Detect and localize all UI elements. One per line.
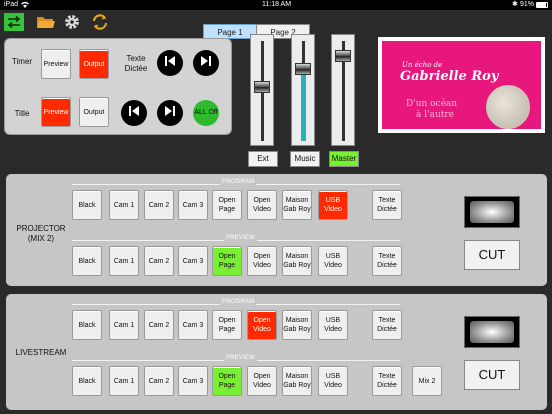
preview-source-button[interactable]: Cam 3 — [178, 246, 208, 276]
program-source-button[interactable]: Cam 1 — [109, 310, 139, 340]
program-source-button[interactable]: USB Video — [318, 310, 348, 340]
fader-knob[interactable] — [295, 63, 311, 75]
top-toolbar: Page 1 Page 2 — [0, 10, 552, 39]
livestream-section: LIVESTREAM PROGRAM PREVIEW Black Cam 1 Cam… — [6, 294, 547, 410]
preview-source-button[interactable]: Open Page — [212, 366, 242, 396]
program-source-button[interactable]: Black — [72, 310, 102, 340]
all-off-button[interactable]: ALL Off — [193, 100, 219, 126]
slide-line-3: D'un océan — [406, 99, 458, 109]
fader-knob[interactable] — [335, 49, 351, 62]
preview-source-button[interactable]: USB Video — [318, 366, 348, 396]
title-label: Title — [14, 109, 30, 118]
program-source-button[interactable]: Cam 3 — [178, 190, 208, 220]
program-source-button[interactable]: Cam 1 — [109, 190, 139, 220]
program-source-button[interactable]: Maison Gab Roy — [282, 310, 312, 340]
preview-source-button[interactable]: Cam 2 — [144, 366, 174, 396]
preview-source-button[interactable]: Open Video — [247, 246, 277, 276]
preview-image: Un écho de Gabrielle Roy D'un océan à l'… — [378, 37, 545, 133]
livestream-cut-button[interactable]: CUT — [464, 360, 520, 390]
preview-source-button[interactable]: Mix 2 — [412, 366, 442, 396]
fader-ext-label[interactable]: Ext — [248, 151, 278, 167]
slide-line-4: à l'autre — [416, 110, 454, 120]
program-source-button[interactable]: Texte Dictée — [372, 190, 402, 220]
program-source-button[interactable]: Open Page — [212, 190, 242, 220]
program-source-button[interactable]: Open Video — [247, 190, 277, 220]
projector-section: PROJECTOR (MIX 2) PROGRAM PREVIEW Black C… — [6, 174, 547, 286]
preview-source-button[interactable]: Cam 1 — [109, 366, 139, 396]
slide-subtitle: Un écho de — [402, 61, 443, 69]
program-source-button[interactable]: Cam 2 — [144, 310, 174, 340]
program-source-button[interactable]: Cam 3 — [178, 310, 208, 340]
preview-source-button[interactable]: Maison Gab Roy — [282, 246, 312, 276]
program-source-button[interactable]: Texte Dictée — [372, 310, 402, 340]
projector-monitor — [464, 196, 520, 228]
program-label: PROGRAM — [220, 179, 257, 185]
fader-knob[interactable] — [254, 80, 270, 93]
preview-slide: Un écho de Gabrielle Roy D'un océan à l'… — [382, 41, 541, 129]
preview-source-button[interactable]: Open Video — [247, 366, 277, 396]
clock-time: 11:18 AM — [262, 1, 292, 8]
projector-label: PROJECTOR (MIX 2) — [16, 224, 66, 243]
skip-forward-icon — [164, 104, 176, 122]
preview-source-button[interactable]: Maison Gab Roy — [282, 366, 312, 396]
bluetooth-icon: ✱ — [512, 1, 518, 8]
livestream-label: LIVESTREAM — [15, 348, 67, 357]
title-output-button[interactable]: Output — [79, 97, 109, 127]
program-source-button[interactable]: USB Video — [318, 190, 348, 220]
program-source-button[interactable]: Maison Gab Roy — [282, 190, 312, 220]
preview-source-button[interactable]: Cam 3 — [178, 366, 208, 396]
livestream-monitor — [464, 316, 520, 348]
preview-source-button[interactable]: Texte Dictée — [372, 366, 402, 396]
control-panel: Timer Preview Output Texte Dictée Title … — [4, 38, 232, 135]
fader-master[interactable] — [331, 34, 355, 146]
title-preview-button[interactable]: Preview — [41, 97, 71, 127]
program-source-button[interactable]: Open Page — [212, 310, 242, 340]
preview-source-button[interactable]: Texte Dictée — [372, 246, 402, 276]
preview-source-button[interactable]: Black — [72, 366, 102, 396]
status-bar: iPad 11:18 AM ✱ 91% — [0, 0, 552, 10]
timer-preview-button[interactable]: Preview — [41, 49, 71, 79]
timer-output-button[interactable]: Output — [79, 49, 109, 79]
dictee-label: Texte Dictée — [124, 54, 148, 73]
preview-source-button[interactable]: Open Page — [212, 246, 242, 276]
slide-title: Gabrielle Roy — [400, 69, 499, 84]
battery-icon — [536, 2, 548, 8]
fader-master-label[interactable]: Master — [329, 151, 359, 167]
preview-source-button[interactable]: Black — [72, 246, 102, 276]
dictee-prev-button[interactable] — [157, 50, 183, 76]
refresh-icon[interactable] — [90, 13, 110, 31]
skip-forward-icon — [200, 54, 212, 72]
program-source-button[interactable]: Black — [72, 190, 102, 220]
fader-fill — [301, 75, 306, 141]
preview-source-button[interactable]: USB Video — [318, 246, 348, 276]
battery-percent: 91% — [520, 1, 535, 8]
projector-cut-button[interactable]: CUT — [464, 240, 520, 270]
title-next-button[interactable] — [157, 100, 183, 126]
preview-source-button[interactable]: Cam 1 — [109, 246, 139, 276]
fader-ext[interactable] — [250, 34, 274, 146]
skip-back-icon — [128, 104, 140, 122]
dictee-next-button[interactable] — [193, 50, 219, 76]
title-prev-button[interactable] — [121, 100, 147, 126]
gear-icon[interactable] — [62, 13, 82, 31]
fader-music-label[interactable]: Music — [290, 151, 320, 167]
fader-music[interactable] — [291, 34, 315, 146]
program-source-button[interactable]: Cam 2 — [144, 190, 174, 220]
folder-icon[interactable] — [36, 13, 56, 31]
preview-label: PREVIEW — [224, 355, 258, 361]
program-source-button[interactable]: Open Video — [247, 310, 277, 340]
device-name: iPad — [4, 1, 19, 8]
skip-back-icon — [164, 54, 176, 72]
timer-label: Timer — [11, 57, 33, 66]
preview-label: PREVIEW — [224, 235, 258, 241]
slide-portrait — [486, 85, 530, 129]
preview-source-button[interactable]: Cam 2 — [144, 246, 174, 276]
tab-page-1[interactable]: Page 1 — [203, 24, 257, 39]
swap-icon[interactable] — [4, 13, 24, 31]
program-label: PROGRAM — [220, 299, 257, 305]
